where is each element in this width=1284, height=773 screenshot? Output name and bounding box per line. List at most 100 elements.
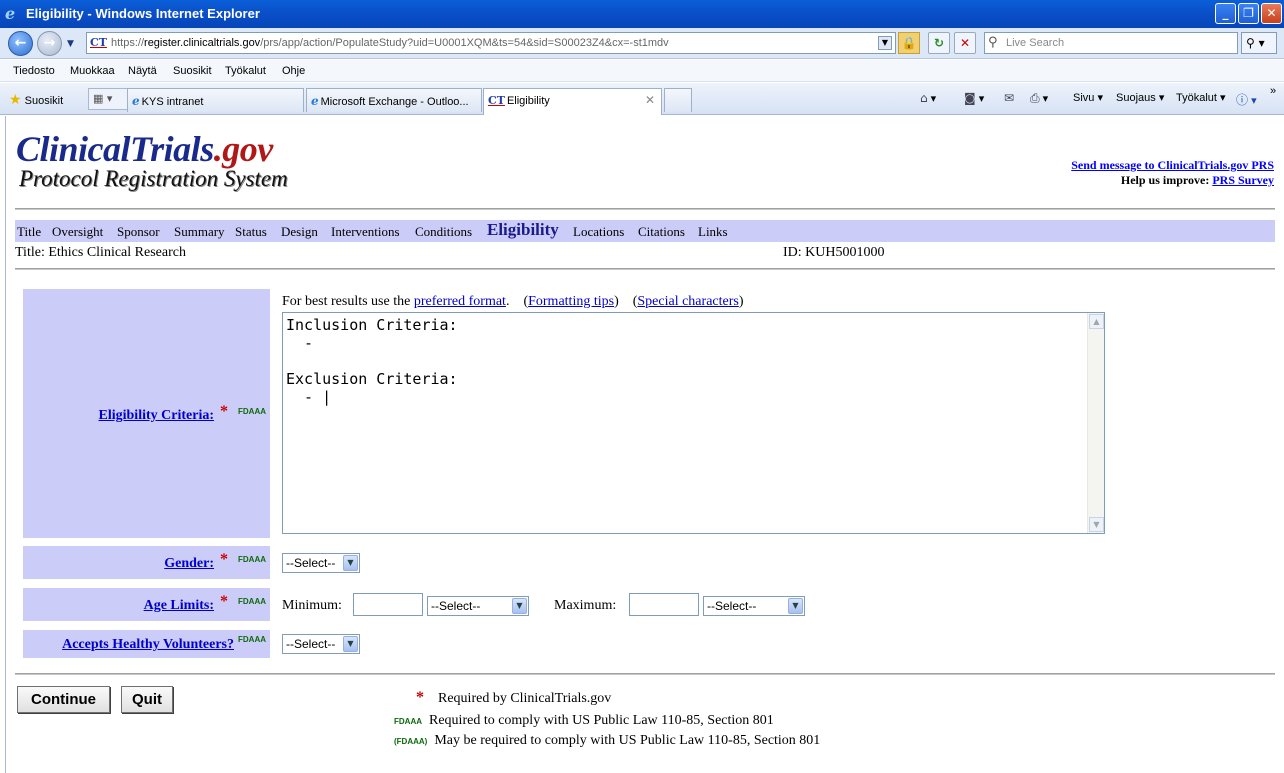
address-field[interactable]: CT https://register.clinicaltrials.gov/p… <box>86 32 896 54</box>
menu-help[interactable]: Ohje <box>282 65 305 77</box>
more-commands-icon[interactable]: » <box>1270 85 1276 97</box>
mail-icon: ✉ <box>1004 91 1015 105</box>
form-divider <box>15 673 1275 675</box>
legend-fdaaa-optional: (FDAAA) May be required to comply with U… <box>394 733 821 748</box>
required-star: * <box>416 689 424 706</box>
nav-oversight[interactable]: Oversight <box>52 224 103 240</box>
minimize-button[interactable]: _ <box>1215 3 1236 24</box>
nav-eligibility-current: Eligibility <box>487 220 559 239</box>
eligibility-criteria-textarea[interactable]: Inclusion Criteria: - Exclusion Criteria… <box>282 312 1105 534</box>
search-icon: ⚲ <box>988 35 998 50</box>
accepts-healthy-volunteers-link[interactable]: Accepts Healthy Volunteers? <box>62 637 234 653</box>
legend-required: * Required by ClinicalTrials.gov <box>416 689 612 706</box>
menu-favorites[interactable]: Suosikit <box>173 65 212 77</box>
eligibility-criteria-link[interactable]: Eligibility Criteria: <box>99 408 214 424</box>
gender-link[interactable]: Gender: <box>164 556 214 572</box>
printer-icon: ⎙ <box>1030 91 1040 105</box>
menu-file[interactable]: Tiedosto <box>13 65 55 77</box>
url-text: https://register.clinicaltrials.gov/prs/… <box>111 37 669 49</box>
tab-kys-intranet[interactable]: e KYS intranet <box>127 88 304 112</box>
page-menu[interactable]: Sivu ▾ <box>1073 91 1103 104</box>
chevron-down-icon: ▼ <box>788 598 803 614</box>
nav-title[interactable]: Title <box>17 224 41 240</box>
new-tab-button[interactable] <box>664 88 692 112</box>
maximum-unit-select[interactable]: --Select-- ▼ <box>703 596 805 616</box>
chevron-down-icon: ▼ <box>343 555 358 571</box>
rss-icon: ◙ <box>964 91 976 105</box>
close-tab-icon[interactable]: ✕ <box>645 93 655 107</box>
window-title: Eligibility - Windows Internet Explorer <box>26 6 260 21</box>
age-limits-link[interactable]: Age Limits: <box>144 598 214 614</box>
fdaaa-tag: FDAAA <box>238 407 266 416</box>
gender-select[interactable]: --Select-- ▼ <box>282 553 360 573</box>
scroll-down-icon[interactable]: ▼ <box>1089 517 1104 532</box>
page-viewport: ClinicalTrials.gov Protocol Registration… <box>5 116 1284 773</box>
minimum-age-input[interactable] <box>353 593 423 616</box>
fdaaa-tag: FDAAA <box>238 555 266 564</box>
print-button[interactable]: ⎙ ▾ <box>1030 91 1048 106</box>
refresh-button[interactable]: ↻ <box>928 32 950 54</box>
nav-conditions[interactable]: Conditions <box>415 224 472 240</box>
home-button[interactable]: ⌂ ▾ <box>920 91 936 105</box>
format-tips: For best results use the preferred forma… <box>282 294 744 309</box>
close-window-button[interactable]: ✕ <box>1261 3 1282 24</box>
help-button[interactable]: ⓘ ▾ <box>1236 91 1257 108</box>
fdaaa-tag: FDAAA <box>238 635 266 644</box>
minimum-unit-select[interactable]: --Select-- ▼ <box>427 596 529 616</box>
search-input[interactable]: ⚲ Live Search <box>984 32 1238 54</box>
nav-interventions[interactable]: Interventions <box>331 224 400 240</box>
stop-button[interactable]: ✕ <box>954 32 976 54</box>
nav-design[interactable]: Design <box>281 224 318 240</box>
back-button[interactable]: ← <box>8 31 33 56</box>
security-menu[interactable]: Suojaus ▾ <box>1116 91 1164 104</box>
recent-pages-dropdown-icon[interactable]: ▼ <box>67 39 74 49</box>
formatting-tips-link[interactable]: Formatting tips <box>528 294 614 309</box>
criteria-text: Inclusion Criteria: - Exclusion Criteria… <box>286 316 458 406</box>
ie-page-icon: e <box>311 94 319 108</box>
nav-citations[interactable]: Citations <box>638 224 685 240</box>
special-characters-link[interactable]: Special characters <box>637 294 738 309</box>
mail-button[interactable]: ✉ <box>1004 91 1014 105</box>
home-icon: ⌂ <box>920 91 928 105</box>
nav-sponsor[interactable]: Sponsor <box>117 224 160 240</box>
security-lock-icon[interactable]: 🔒 <box>898 32 920 54</box>
nav-links[interactable]: Links <box>698 224 728 240</box>
tab-bar: ★ Suosikit ▦ ▾ e KYS intranet e Microsoft … <box>0 83 1284 115</box>
healthy-volunteers-select[interactable]: --Select-- ▼ <box>282 634 360 654</box>
tools-menu[interactable]: Työkalut ▾ <box>1176 91 1226 104</box>
textarea-scrollbar[interactable]: ▲ ▼ <box>1087 313 1104 533</box>
legend-fdaaa: FDAAA Required to comply with US Public … <box>394 713 774 728</box>
quit-button[interactable]: Quit <box>121 686 173 713</box>
menu-view[interactable]: Näytä <box>128 65 157 77</box>
forward-button[interactable]: → <box>37 31 62 56</box>
favorites-button[interactable]: ★ Suosikit <box>9 91 63 108</box>
continue-button[interactable]: Continue <box>17 686 110 713</box>
feeds-button[interactable]: ◙ ▾ <box>964 91 984 105</box>
minimum-label: Minimum: <box>282 598 342 613</box>
prs-survey-link[interactable]: PRS Survey <box>1212 173 1274 187</box>
maximum-label: Maximum: <box>554 598 617 613</box>
required-star: * <box>220 593 228 610</box>
search-go-button[interactable]: ⚲ ▾ <box>1241 32 1277 54</box>
tab-eligibility[interactable]: CT Eligibility ✕ <box>483 88 662 115</box>
favorites-star-icon: ★ <box>9 91 22 107</box>
menu-tools[interactable]: Työkalut <box>225 65 266 77</box>
nav-status[interactable]: Status <box>235 224 267 240</box>
nav-summary[interactable]: Summary <box>174 224 225 240</box>
internet-explorer-icon: e <box>5 4 16 23</box>
menu-edit[interactable]: Muokkaa <box>70 65 115 77</box>
maximize-button[interactable]: ❐ <box>1238 3 1259 24</box>
fdaaa-optional-tag: (FDAAA) <box>394 737 428 746</box>
send-message-link[interactable]: Send message to ClinicalTrials.gov PRS <box>1071 158 1274 172</box>
nav-locations[interactable]: Locations <box>573 224 624 240</box>
address-dropdown-icon[interactable]: ▼ <box>878 36 892 50</box>
quick-tabs-button[interactable]: ▦ ▾ <box>88 88 128 110</box>
tab-exchange[interactable]: e Microsoft Exchange - Outloo... <box>306 88 482 112</box>
section-nav: Title Oversight Sponsor Summary Status D… <box>15 220 1275 242</box>
chevron-down-icon: ▼ <box>343 636 358 652</box>
preferred-format-link[interactable]: preferred format <box>414 294 506 309</box>
healthy-volunteers-label-cell: Accepts Healthy Volunteers? FDAAA <box>23 630 270 658</box>
maximum-age-input[interactable] <box>629 593 699 616</box>
address-toolbar: ← → ▼ CT https://register.clinicaltrials… <box>0 28 1284 59</box>
scroll-up-icon[interactable]: ▲ <box>1089 314 1104 329</box>
